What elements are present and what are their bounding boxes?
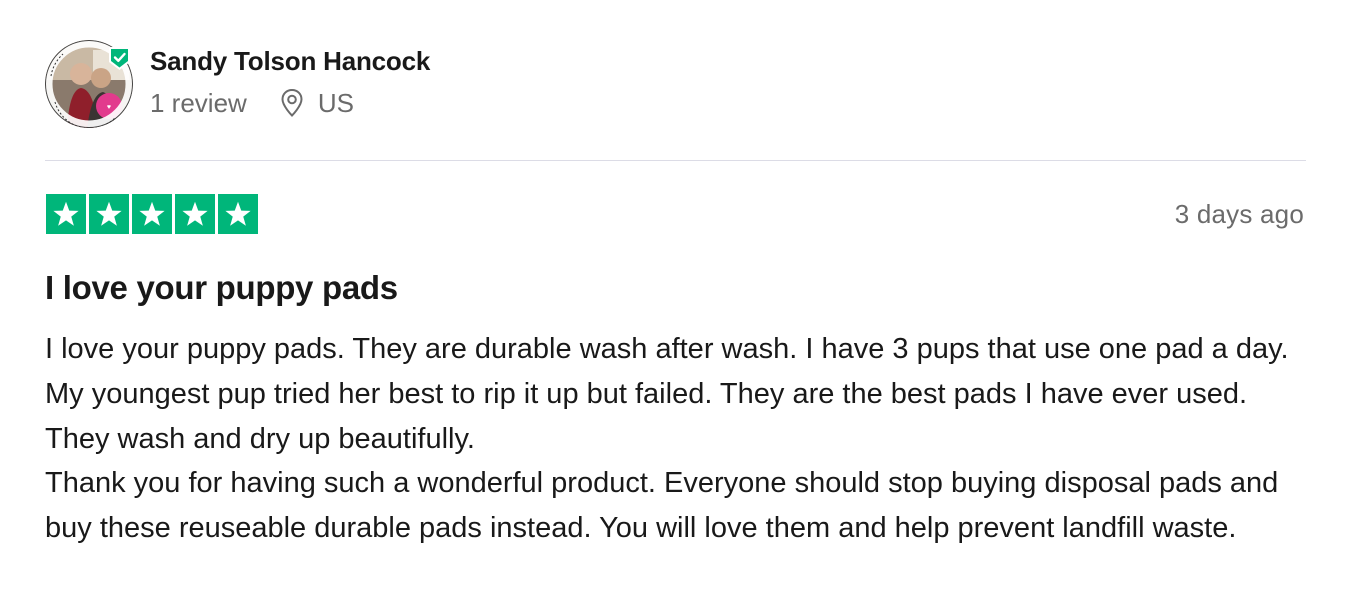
star-icon [89,194,129,234]
consumer-info: Sandy Tolson Hancock 1 review US [150,40,430,119]
consumer-name[interactable]: Sandy Tolson Hancock [150,44,430,78]
review-date: 3 days ago [1174,199,1304,229]
location-pin-icon [281,88,303,117]
star-icon [132,194,172,234]
location-label: US [317,88,354,118]
review-body: I love your puppy pads. They are durable… [45,327,1315,551]
star-icon [175,194,215,234]
review-title[interactable]: I love your puppy pads [45,266,398,310]
star-icon [218,194,258,234]
verified-shield-check-icon [109,47,130,70]
consumer-header: ♥ Sandy Tolson Hancock 1 review US [45,40,430,128]
star-rating [46,194,258,234]
review-card: ♥ Sandy Tolson Hancock 1 review US 3 day… [0,0,1352,608]
review-paragraph: Thank you for having such a wonderful pr… [45,467,1279,545]
star-icon [46,194,86,234]
review-paragraph: I love your puppy pads. They are durable… [45,333,1289,455]
location: US [280,87,354,119]
svg-text:♥: ♥ [107,104,111,111]
avatar-container[interactable]: ♥ [45,40,133,128]
consumer-meta: 1 review US [150,87,430,119]
review-count: 1 review [150,88,247,118]
header-divider [45,160,1306,161]
